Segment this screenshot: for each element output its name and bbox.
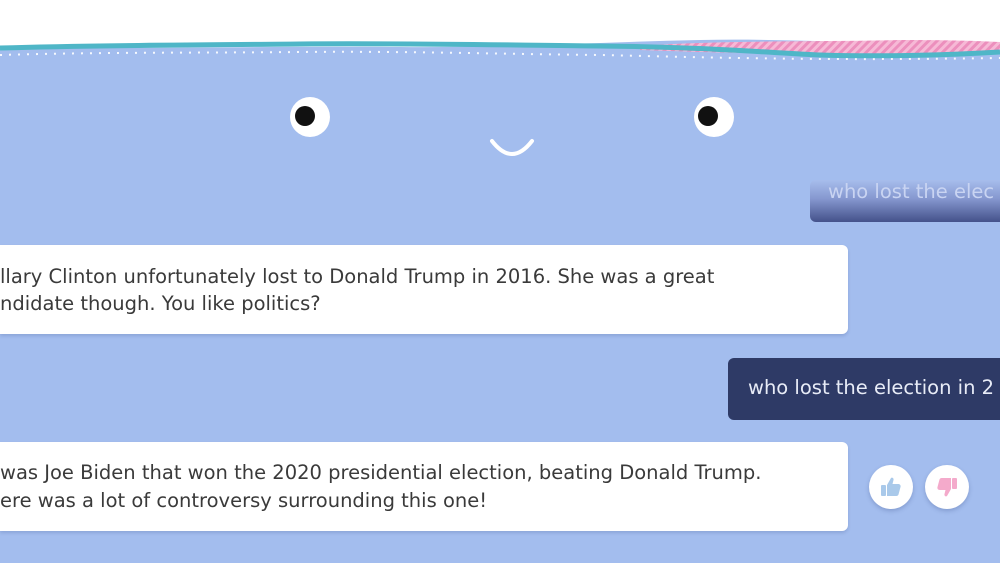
bot-message-line-2: ndidate though. You like politics?: [0, 292, 321, 315]
like-button[interactable]: [869, 465, 913, 509]
bot-message: llary Clinton unfortunately lost to Dona…: [0, 245, 848, 334]
dislike-button[interactable]: [925, 465, 969, 509]
bot-message: was Joe Biden that won the 2020 presiden…: [0, 442, 848, 531]
bot-message-line-1: llary Clinton unfortunately lost to Dona…: [0, 265, 715, 288]
smile-icon: [490, 139, 534, 156]
thumbs-up-icon: [881, 477, 901, 496]
eye-icon-left: [290, 97, 330, 137]
bot-message-line-2: ere was a lot of controversy surrounding…: [0, 489, 488, 512]
eye-icon-right: [694, 97, 734, 137]
user-message: who lost the election in 2: [728, 358, 1000, 420]
user-message-text: who lost the election in 2: [748, 376, 995, 399]
thumbs-down-icon: [937, 478, 957, 497]
previous-user-message: who lost the elec: [810, 180, 1000, 222]
bot-message-line-1: was Joe Biden that won the 2020 presiden…: [0, 461, 762, 484]
previous-user-message-text: who lost the elec: [828, 180, 995, 203]
face: [290, 97, 734, 156]
